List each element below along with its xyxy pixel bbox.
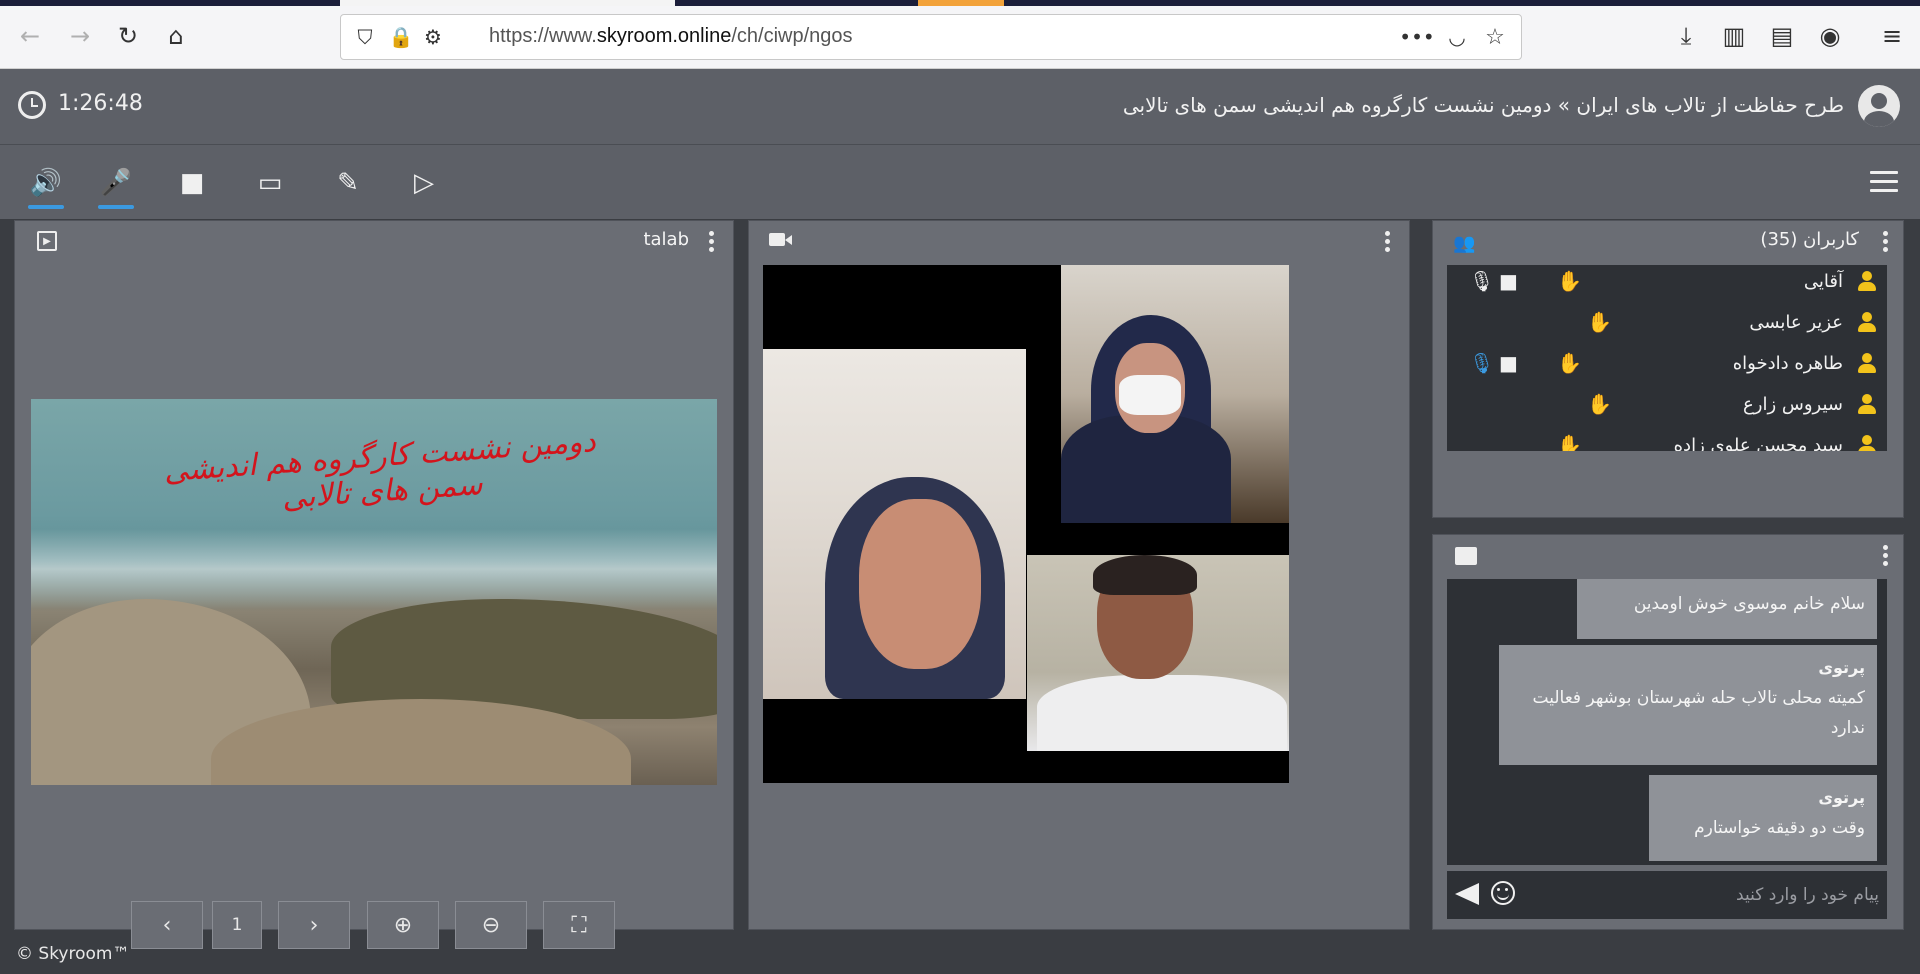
fullscreen-button[interactable]: ⛶ [543, 901, 615, 949]
user-icon [1857, 271, 1877, 293]
slide-text: دومین نشست کارگروه هم اندیشی سمن های تال… [162, 423, 597, 516]
user-camera-icon[interactable]: ■ [1499, 269, 1518, 293]
send-icon[interactable] [1455, 883, 1479, 905]
clock-icon [18, 91, 46, 119]
user-row[interactable]: سید محسن علوی زاده ✋ [1447, 429, 1887, 451]
video-grid [763, 265, 1289, 783]
zoom-in-button[interactable]: ⊕ [367, 901, 439, 949]
emoji-icon[interactable] [1491, 881, 1515, 905]
menu-icon[interactable]: ≡ [1874, 18, 1910, 54]
browser-toolbar: ← → ↻ ⌂ ⛉ 🔒 ⚙ https://www.skyroom.online… [0, 6, 1920, 69]
speaker-icon[interactable]: 🔊 [28, 165, 64, 209]
video-tile[interactable] [763, 349, 1026, 699]
url-text[interactable]: https://www.skyroom.online/ch/ciwp/ngos [489, 25, 853, 48]
users-title: کاربران (35) [1760, 229, 1859, 250]
users-icon: 👥 [1453, 233, 1476, 254]
user-row[interactable]: آقایی ✋ 🎙 ■ [1447, 265, 1887, 301]
prev-page-button[interactable]: ‹ [131, 901, 203, 949]
page-number[interactable]: 1 [212, 901, 262, 949]
lock-icon[interactable]: 🔒 [383, 19, 419, 55]
home-icon[interactable]: ⌂ [158, 18, 194, 54]
video-options-icon[interactable] [1385, 231, 1391, 255]
user-row[interactable]: سیروس زارع ✋ [1447, 388, 1887, 424]
presentation-title: talab [643, 229, 689, 250]
chat-panel: سلام خانم موسوی خوش اومدین پرتوی کمیته محل… [1432, 534, 1904, 930]
shield-icon[interactable]: ⛉ [347, 19, 383, 55]
user-name: سیروس زارع [1743, 394, 1843, 415]
microphone-icon[interactable]: 🎤 [98, 165, 134, 209]
video-icon [769, 233, 785, 246]
raise-hand-icon[interactable]: ✋ [1587, 310, 1612, 334]
back-icon[interactable]: ← [12, 18, 48, 54]
user-row[interactable]: عزیر عابسی ✋ [1447, 306, 1887, 342]
raise-hand-icon[interactable]: ✋ [1557, 269, 1582, 293]
chat-options-icon[interactable] [1883, 545, 1889, 569]
more-icon[interactable]: ••• [1399, 19, 1435, 55]
user-icon [1857, 353, 1877, 375]
chat-input[interactable] [1537, 877, 1881, 913]
chat-sender: پرتوی [1818, 658, 1865, 677]
presentation-options-icon[interactable] [709, 231, 715, 255]
chat-icon [1455, 547, 1477, 565]
chat-input-bar [1447, 871, 1887, 919]
forward-icon[interactable]: → [62, 18, 98, 54]
brush-icon[interactable]: ✎ [330, 165, 366, 201]
footer-copyright: © Skyroom™ [16, 944, 130, 964]
users-panel: 👥 کاربران (35) آقایی ✋ 🎙 ■ عزیر عابسی ✋ طاهره … [1432, 220, 1904, 518]
chat-text: کمیته محلی تالاب حله شهرستان بوشهر فعالی… [1532, 688, 1865, 738]
meeting-title: طرح حفاظت از تالاب های ایران » دومین نشس… [1122, 93, 1844, 117]
app-header: 1:26:48 طرح حفاظت از تالاب های ایران » د… [0, 69, 1920, 144]
presentation-icon[interactable]: ▷ [406, 165, 442, 201]
user-row[interactable]: طاهره دادخواه ✋ 🎙 ■ [1447, 347, 1887, 383]
slide-image: دومین نشست کارگروه هم اندیشی سمن های تال… [31, 399, 717, 785]
presentation-panel: ▶ talab دومین نشست کارگروه هم اندیشی سمن… [14, 220, 734, 949]
pocket-icon[interactable]: ◡ [1439, 19, 1475, 55]
avatar[interactable] [1858, 85, 1900, 127]
reload-icon[interactable]: ↻ [110, 18, 146, 54]
user-camera-icon[interactable]: ■ [1499, 351, 1518, 375]
user-icon [1857, 312, 1877, 334]
library-icon[interactable]: ▥ [1716, 18, 1752, 54]
user-icon [1857, 435, 1877, 451]
video-icon-lens [785, 235, 792, 245]
video-panel [748, 220, 1410, 930]
permissions-icon[interactable]: ⚙ [415, 19, 451, 55]
chat-messages[interactable]: سلام خانم موسوی خوش اومدین پرتوی کمیته محل… [1447, 579, 1887, 865]
chat-sender: پرتوی [1818, 788, 1865, 807]
video-tile[interactable] [1027, 555, 1289, 751]
user-microphone-icon[interactable]: 🎙 [1469, 269, 1494, 293]
room-toolbar: 🔊 🎤 ■ ▭ ✎ ▷ [0, 144, 1920, 219]
user-name: طاهره دادخواه [1732, 353, 1843, 374]
presentation-icon: ▶ [37, 231, 57, 251]
star-icon[interactable]: ☆ [1477, 19, 1513, 55]
chat-text: وقت دو دقیقه خواستارم [1694, 818, 1865, 838]
next-page-button[interactable]: › [278, 901, 350, 949]
user-list[interactable]: آقایی ✋ 🎙 ■ عزیر عابسی ✋ طاهره دادخواه ✋ 🎙 ■ سیروس… [1447, 265, 1887, 451]
chat-message: پرتوی وقت دو دقیقه خواستارم [1649, 775, 1877, 861]
chat-message: سلام خانم موسوی خوش اومدین [1577, 579, 1877, 639]
raise-hand-icon[interactable]: ✋ [1587, 392, 1612, 416]
camera-icon[interactable]: ■ [174, 165, 210, 201]
hamburger-menu-icon[interactable] [1870, 171, 1898, 193]
account-icon[interactable]: ◉ [1812, 18, 1848, 54]
zoom-out-button[interactable]: ⊖ [455, 901, 527, 949]
video-tile[interactable] [1061, 265, 1289, 523]
raise-hand-icon[interactable]: ✋ [1557, 351, 1582, 375]
session-timer: 1:26:48 [58, 91, 143, 116]
user-name: سید محسن علوی زاده [1673, 435, 1843, 451]
user-name: عزیر عابسی [1749, 312, 1843, 333]
raise-hand-icon[interactable]: ✋ [1557, 433, 1582, 451]
url-bar[interactable]: ⛉ 🔒 ⚙ https://www.skyroom.online/ch/ciwp… [340, 14, 1522, 60]
user-microphone-icon[interactable]: 🎙 [1469, 351, 1494, 375]
user-icon [1857, 394, 1877, 416]
sidebar-icon[interactable]: ▤ [1764, 18, 1800, 54]
user-name: آقایی [1803, 271, 1843, 292]
screen-share-icon[interactable]: ▭ [252, 165, 288, 201]
users-options-icon[interactable] [1883, 231, 1889, 255]
chat-message: پرتوی کمیته محلی تالاب حله شهرستان بوشهر … [1499, 645, 1877, 765]
download-icon[interactable]: ⤓ [1668, 18, 1704, 54]
chat-text: سلام خانم موسوی خوش اومدین [1633, 594, 1865, 614]
